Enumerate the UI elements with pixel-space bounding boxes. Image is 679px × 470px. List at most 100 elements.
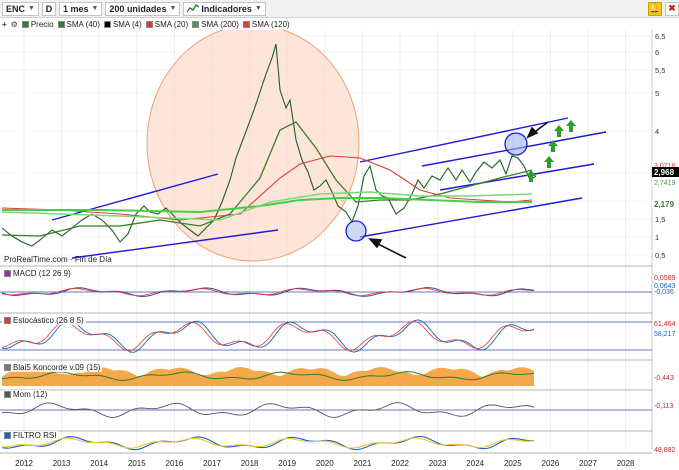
panel-title: Estocástico (26 8 5) (13, 316, 84, 325)
x-tick-label: 2013 (53, 459, 71, 468)
legend-item[interactable]: Precio (21, 19, 54, 29)
legend-label: SMA (4) (112, 19, 142, 29)
panel-label-mom[interactable]: Mom (12) (2, 390, 50, 399)
x-tick-label: 2021 (354, 459, 372, 468)
green-up-arrow-icon (554, 125, 564, 137)
indicator-chart-icon (187, 4, 200, 13)
panel-value-tag: 0,0589 (654, 275, 676, 282)
legend-bar: + ⚙ Precio SMA (40) SMA (4) SMA (20) SMA… (0, 18, 679, 30)
legend-swatch (57, 20, 65, 28)
y-tick-label: 6 (655, 48, 659, 57)
x-tick-label: 2028 (617, 459, 635, 468)
legend-label: SMA (120) (251, 19, 290, 29)
x-tick-label: 2019 (278, 459, 296, 468)
x-tick-label: 2017 (203, 459, 221, 468)
price-tag-value: 2,179 (654, 200, 675, 209)
toolbar: ENC ▼ D 1 mes ▼ 200 unidades ▼ Indicadores ▼… (0, 0, 679, 18)
panel-title: FILTRO RSI (13, 431, 57, 440)
channel-line-lower (359, 197, 583, 238)
panel-title: MACD (12 26 9) (13, 269, 71, 278)
arrow-head-icon (368, 238, 383, 249)
x-tick-label: 2025 (504, 459, 522, 468)
x-tick-label: 2015 (128, 459, 146, 468)
alert-bell-icon[interactable]: 🔔 (648, 1, 662, 16)
panel-title: Blai5 Koncorde v.09 (15) (13, 363, 101, 372)
legend-item[interactable]: SMA (4) (103, 19, 142, 29)
price-tag: 2,179 (652, 199, 679, 209)
x-tick-label: 2024 (466, 459, 484, 468)
panel-swatch (4, 317, 11, 324)
d-button[interactable]: D (41, 1, 56, 16)
indicators-button[interactable]: Indicadores ▼ (183, 1, 266, 16)
channel-line-top (359, 117, 569, 163)
stochastic-d-line (1, 320, 535, 352)
legend-label: SMA (200) (201, 19, 239, 29)
y-tick-label: 4 (655, 127, 659, 136)
x-tick-label: 2023 (429, 459, 447, 468)
x-tick-label: 2022 (391, 459, 409, 468)
symbol-label: ENC (6, 3, 26, 14)
panel-label-stochastic[interactable]: Estocástico (26 8 5) (2, 316, 86, 325)
x-tick-label: 2026 (542, 459, 560, 468)
legend-swatch (192, 20, 200, 28)
panel-swatch (4, 391, 11, 398)
price-tag: 2,968 (652, 167, 679, 177)
y-tick-label: 1 (655, 233, 659, 242)
add-indicator-icon[interactable]: + (2, 20, 7, 29)
x-tick-label: 2016 (166, 459, 184, 468)
legend-label: SMA (40) (66, 19, 100, 29)
y-tick-label: 5,5 (655, 66, 665, 75)
x-tick-label: 2018 (241, 459, 259, 468)
chart-area[interactable]: 76,565,554321,510,5 3,0718 2,968 2,7419 … (0, 30, 679, 470)
legend-label: Precio (30, 19, 54, 29)
legend-item[interactable]: SMA (20) (145, 19, 189, 29)
indicator-panels: 0,05890,0643-0,03661,46458,217-0,443-0,1… (0, 265, 676, 454)
indicators-label: Indicadores (201, 3, 252, 14)
panel-swatch (4, 364, 11, 371)
low-marker-circle (345, 220, 367, 242)
x-axis: 2012 2013 2014 2015 2016 2017 2018 2019 2020 2021… (0, 452, 652, 468)
units-selector[interactable]: 200 unidades ▼ (105, 1, 181, 16)
x-tick-label: 2012 (15, 459, 33, 468)
legend-item[interactable]: SMA (120) (242, 19, 290, 29)
y-tick-label: 6,5 (655, 32, 665, 41)
panel-title: Mom (12) (13, 390, 48, 399)
channel-line-mid (439, 163, 595, 191)
price-tag-value: 2,968 (654, 168, 675, 177)
d-label: D (45, 3, 53, 14)
settings-icon[interactable]: ⚙ (11, 20, 18, 29)
green-up-arrow-icon (526, 170, 536, 182)
legend-swatch (21, 20, 29, 28)
panel-value-tag: 58,217 (654, 331, 676, 338)
y-tick-label: 0,5 (655, 251, 665, 260)
units-label: 200 unidades (109, 3, 167, 14)
y-tick-label: 1,5 (655, 215, 665, 224)
chevron-down-icon: ▼ (28, 5, 35, 12)
x-tick-label: 2027 (579, 459, 597, 468)
panel-value-tag: 48,882 (654, 447, 676, 454)
legend-swatch (145, 20, 153, 28)
legend-item[interactable]: SMA (200) (192, 20, 239, 29)
panel-swatch (4, 432, 11, 439)
period-label: 1 mes (62, 3, 89, 14)
arrow-head-icon (526, 126, 539, 139)
legend-label: SMA (20) (154, 19, 189, 29)
symbol-selector[interactable]: ENC ▼ (2, 1, 39, 16)
high-marker-circle (504, 132, 528, 156)
close-icon[interactable]: ✖ (665, 1, 679, 16)
source-note: ProRealTime.com - Fin de Día (4, 255, 112, 264)
x-tick-label: 2014 (90, 459, 108, 468)
period-selector[interactable]: 1 mes ▼ (58, 1, 103, 16)
price-tag: 2,7419 (652, 178, 679, 187)
panel-label-rsi-filter[interactable]: FILTRO RSI (2, 431, 59, 440)
panel-label-koncorde[interactable]: Blai5 Koncorde v.09 (15) (2, 363, 103, 372)
chevron-down-icon: ▼ (91, 5, 99, 12)
y-tick-label: 5 (655, 89, 659, 98)
legend-item[interactable]: SMA (40) (57, 19, 100, 29)
highlight-ellipse (146, 30, 360, 262)
panel-swatch (4, 270, 11, 277)
rsi-filter-line (1, 435, 534, 451)
chevron-down-icon: ▼ (169, 5, 177, 12)
panel-value-tag: -0,113 (654, 403, 673, 410)
panel-label-macd[interactable]: MACD (12 26 9) (2, 269, 73, 278)
